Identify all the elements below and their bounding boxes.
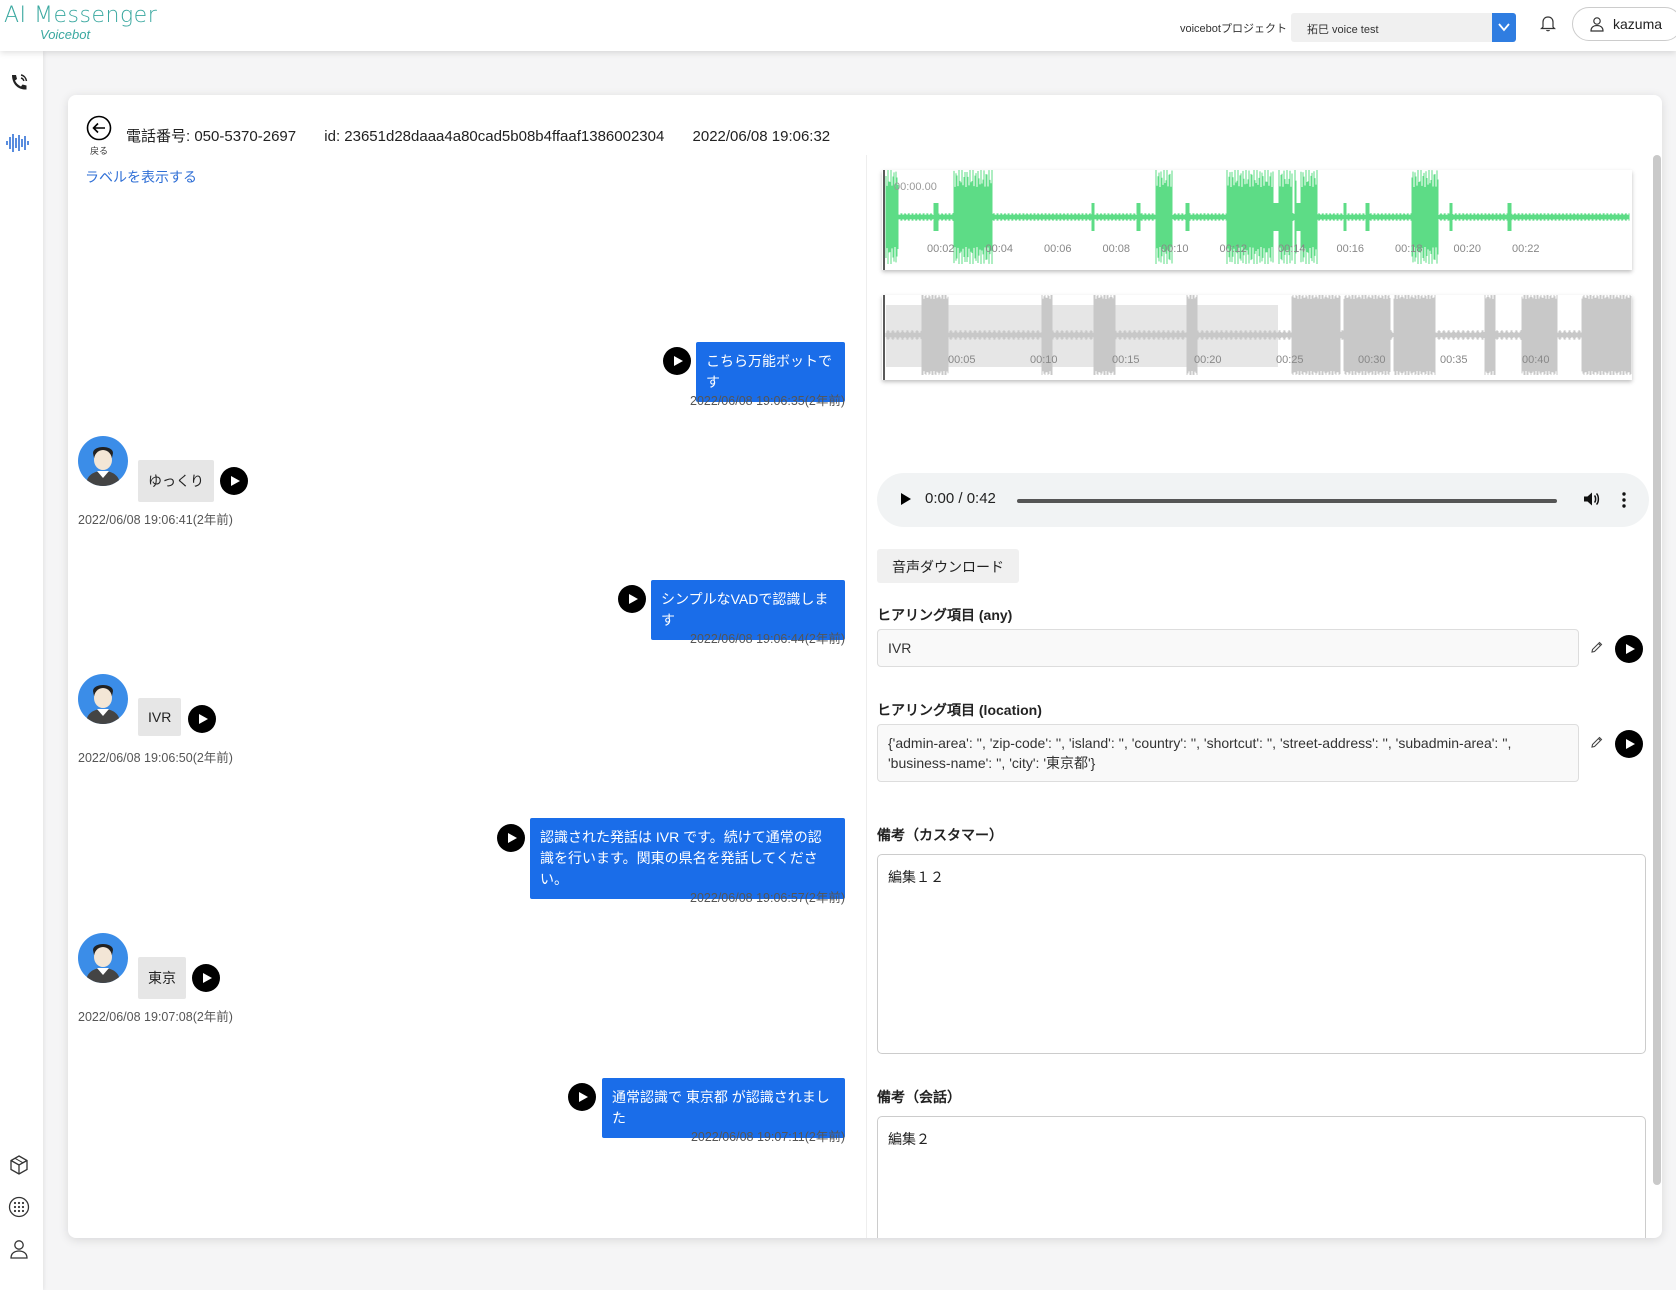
waveform-tick-label: 00:08	[1103, 243, 1131, 255]
waveform-tick-label: 00:20	[1194, 354, 1222, 366]
field-label-any: ヒアリング項目 (any)	[877, 607, 1013, 623]
pencil-icon[interactable]	[1590, 735, 1604, 754]
message-timestamp: 2022/06/08 19:06:50(2年前)	[78, 751, 233, 765]
field-location-value: {'admin-area': '', 'zip-code': '', 'isla…	[877, 724, 1579, 782]
user-icon	[1590, 17, 1604, 32]
avatar	[78, 933, 128, 983]
play-button[interactable]	[1615, 730, 1643, 758]
message-timestamp: 2022/06/08 19:06:41(2年前)	[78, 513, 233, 527]
project-label: voicebotプロジェクト	[1180, 23, 1287, 35]
more-vertical-icon[interactable]	[1621, 491, 1627, 514]
user-message: IVR	[138, 698, 182, 736]
message-timestamp: 2022/06/08 19:07:11(2年前)	[690, 1130, 845, 1144]
avatar	[78, 436, 128, 486]
bell-icon[interactable]	[1540, 14, 1556, 37]
show-labels-link[interactable]: ラベルを表示する	[85, 167, 197, 187]
pencil-icon[interactable]	[1590, 640, 1604, 659]
waveform-tick-label: 00:06	[1044, 243, 1072, 255]
waveform-tick-label: 00:14	[1278, 243, 1306, 255]
grid-dots-icon[interactable]	[8, 1196, 30, 1223]
message-timestamp: 2022/06/08 19:06:35(2年前)	[690, 394, 845, 408]
waveform-icon[interactable]	[5, 131, 31, 160]
field-label-conversation-note: 備考（会話）	[877, 1089, 961, 1105]
back-button[interactable]: 戻る	[85, 115, 113, 157]
conversation-note-textarea[interactable]: 編集２	[877, 1116, 1646, 1238]
details-pane: 00:00.00 00:02 00:04 00:06 00:08 00:10 00:12 00…	[866, 155, 1662, 1238]
play-icon[interactable]	[901, 493, 911, 505]
play-button[interactable]	[220, 467, 248, 495]
waveform-tick-label: 00:20	[1454, 243, 1482, 255]
chevron-down-icon[interactable]	[1492, 13, 1516, 42]
waveform-overview[interactable]: 00:05 00:10 00:15 00:20 00:25 00:30 00:35 00:40	[882, 295, 1632, 380]
call-datetime: 2022/06/08 19:06:32	[692, 128, 831, 145]
waveform-start-label: 00:00.00	[894, 181, 937, 193]
waveform-tick-label: 00:15	[1112, 354, 1140, 366]
audio-download-button[interactable]: 音声ダウンロード	[877, 549, 1019, 583]
field-any-value: IVR	[877, 629, 1579, 667]
field-label-location: ヒアリング項目 (location)	[877, 702, 1042, 718]
project-select[interactable]: 拓巳 voice test	[1291, 13, 1516, 42]
conversation-pane: こちら万能ボットです 2022/06/08 19:06:35(2年前) ゆっくり…	[68, 190, 865, 1238]
top-header: AI Messenger Voicebot voicebotプロジェクト 拓巳 …	[0, 0, 1676, 51]
play-button[interactable]	[663, 347, 691, 375]
waveform-tick-label: 00:16	[1337, 243, 1365, 255]
waveform-detail[interactable]: 00:00.00 00:02 00:04 00:06 00:08 00:10 00:12 00…	[882, 170, 1632, 270]
volume-icon[interactable]	[1582, 490, 1600, 513]
back-label: 戻る	[89, 146, 108, 156]
audio-player: 0:00 / 0:42	[877, 473, 1649, 527]
play-button[interactable]	[618, 585, 646, 613]
user-message: 東京	[138, 957, 186, 999]
arrow-left-icon	[86, 115, 112, 141]
phone-call-icon[interactable]	[8, 72, 30, 99]
message-timestamp: 2022/06/08 19:07:08(2年前)	[78, 1010, 233, 1024]
audio-progress-slider[interactable]	[1017, 499, 1557, 503]
call-id: id: 23651d28daaa4a80cad5b08b4ffaaf138600…	[324, 128, 665, 145]
play-button[interactable]	[497, 824, 525, 852]
user-message: ゆっくり	[138, 460, 214, 502]
waveform-tick-label: 00:22	[1512, 243, 1540, 255]
avatar	[78, 674, 128, 724]
waveform-tick-label: 00:10	[1030, 354, 1058, 366]
waveform-tick-label: 00:02	[927, 243, 955, 255]
waveform-tick-label: 00:10	[1161, 243, 1189, 255]
waveform-tick-label: 00:25	[1276, 354, 1304, 366]
message-timestamp: 2022/06/08 19:06:44(2年前)	[690, 632, 845, 646]
waveform-tick-label: 00:05	[948, 354, 976, 366]
audio-time: 0:00 / 0:42	[925, 490, 996, 507]
logo-title: AI Messenger	[4, 3, 158, 28]
cube-icon[interactable]	[8, 1154, 30, 1181]
field-label-customer-note: 備考（カスタマー）	[877, 827, 1003, 843]
user-menu-button[interactable]: kazuma	[1572, 7, 1676, 41]
waveform-tick-label: 00:18	[1395, 243, 1423, 255]
user-name: kazuma	[1613, 16, 1663, 32]
message-timestamp: 2022/06/08 19:06:57(2年前)	[690, 891, 845, 905]
waveform-tick-label: 00:04	[986, 243, 1014, 255]
project-selected-value: 拓巳 voice test	[1307, 24, 1379, 36]
play-button[interactable]	[188, 705, 216, 733]
customer-note-textarea[interactable]: 編集１２	[877, 854, 1646, 1054]
sidebar	[0, 51, 43, 1290]
call-meta: 電話番号: 050-5370-2697 id: 23651d28daaa4a80…	[126, 125, 854, 146]
app-logo[interactable]: AI Messenger Voicebot	[4, 4, 157, 42]
play-button[interactable]	[1615, 635, 1643, 663]
play-button[interactable]	[192, 964, 220, 992]
call-detail-card: 戻る 電話番号: 050-5370-2697 id: 23651d28daaa4…	[68, 95, 1662, 1238]
phone-number: 電話番号: 050-5370-2697	[126, 128, 297, 145]
page-scrollbar[interactable]	[1653, 155, 1661, 1185]
waveform-tick-label: 00:40	[1522, 354, 1550, 366]
waveform-tick-label: 00:12	[1220, 243, 1248, 255]
waveform-tick-label: 00:30	[1358, 354, 1386, 366]
user-icon[interactable]	[8, 1238, 30, 1265]
logo-subtitle: Voicebot	[40, 27, 91, 42]
waveform-tick-label: 00:35	[1440, 354, 1468, 366]
play-button[interactable]	[568, 1083, 596, 1111]
